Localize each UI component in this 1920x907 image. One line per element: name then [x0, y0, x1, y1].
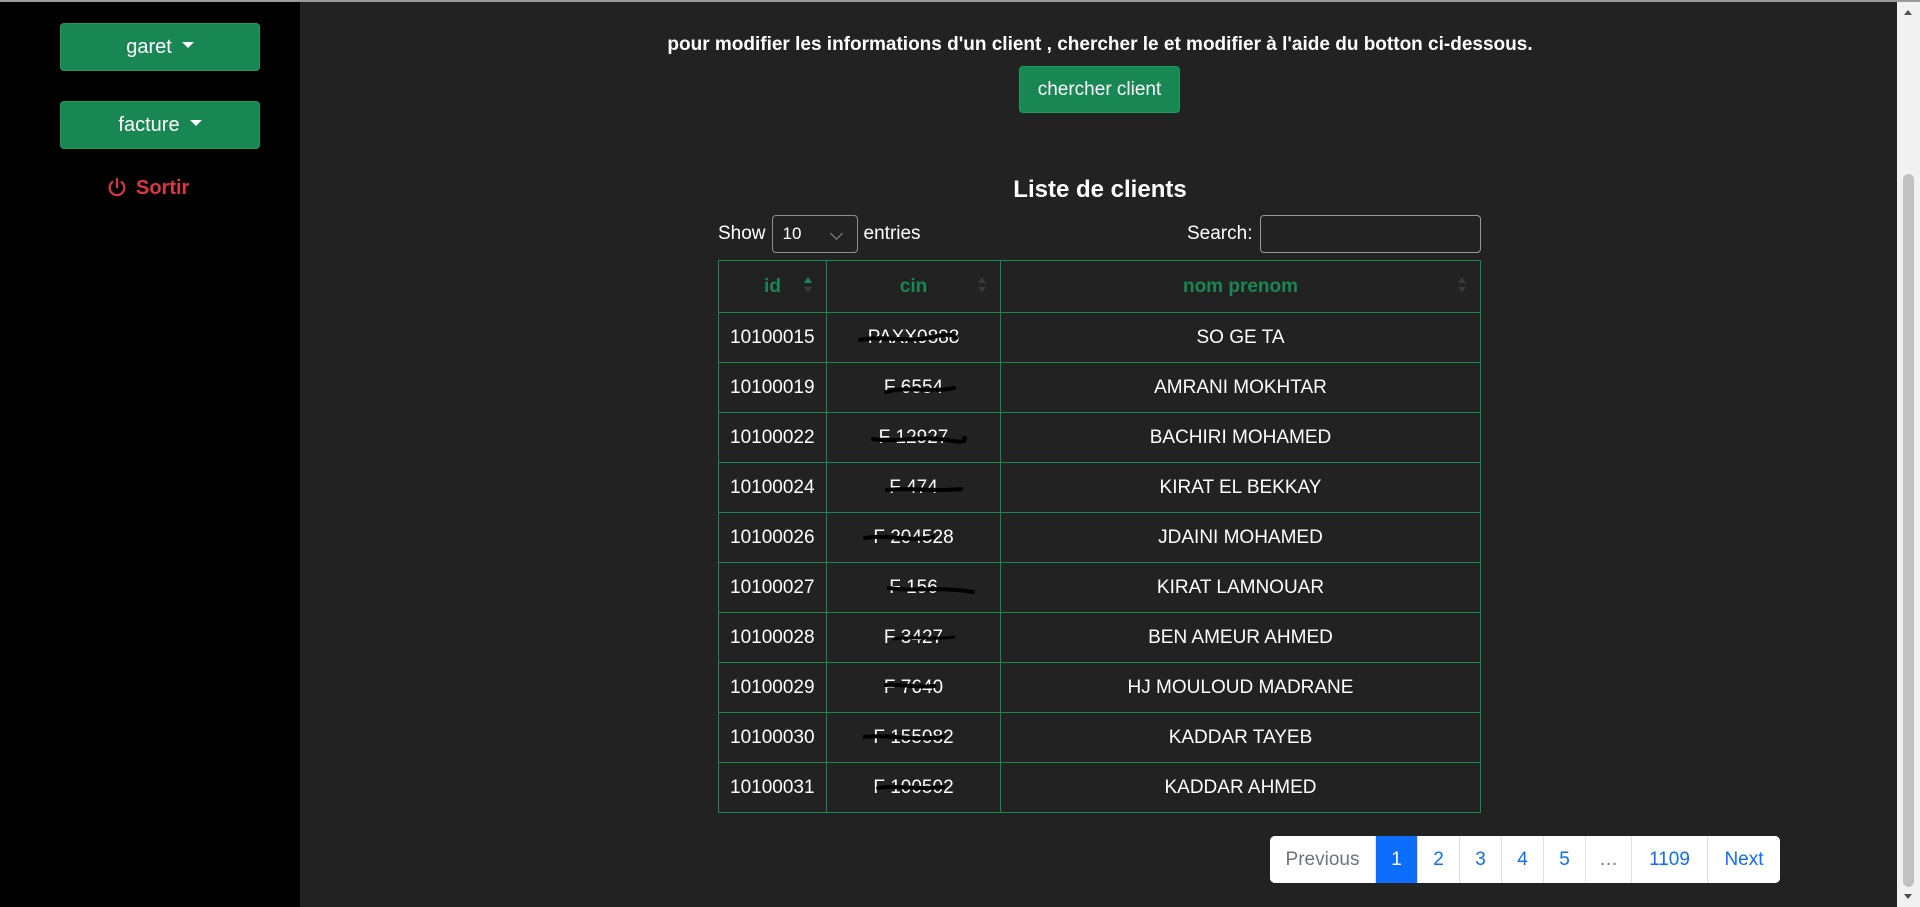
caret-down-icon — [181, 42, 194, 48]
name-cell: SO GE TA — [1000, 312, 1481, 363]
id-cell: 10100029 — [718, 662, 827, 713]
redaction-scribble-icon — [876, 784, 946, 790]
pagination-page-5[interactable]: 5 — [1544, 836, 1586, 883]
redaction-scribble-icon — [863, 733, 946, 740]
facture-dropdown-button[interactable]: facture — [60, 101, 260, 149]
id-cell: 10100031 — [718, 762, 827, 813]
cin-cell: F 155082 — [826, 712, 1001, 763]
sortir-link[interactable]: Sortir — [106, 174, 189, 202]
sortir-label: Sortir — [136, 176, 190, 199]
redaction-scribble-icon — [863, 534, 936, 541]
intro-text: pour modifier les informations d'un clie… — [667, 34, 1533, 55]
cin-cell: F 6554 — [826, 362, 1001, 413]
table-search-control: Search: — [1187, 214, 1482, 254]
search-label: Search: — [1187, 223, 1253, 244]
cin-cell: F 156 — [826, 562, 1001, 613]
pagination-previous[interactable]: Previous — [1270, 836, 1376, 883]
redaction-scribble-icon — [887, 585, 976, 594]
entries-label: entries — [863, 223, 921, 244]
sort-icon — [978, 277, 986, 295]
pagination-ellipsis: … — [1586, 836, 1632, 883]
name-cell: BACHIRI MOHAMED — [1000, 412, 1481, 463]
id-cell: 10100019 — [718, 362, 827, 413]
redaction-scribble-icon — [883, 682, 936, 689]
sidebar: garet facture Sortir — [0, 2, 300, 907]
table-row: 10100029 F 7640 HJ MOULOUD MADRANE — [718, 662, 1481, 713]
table-row: 10100028 F 3427 BEN AMEUR AHMED — [718, 612, 1481, 663]
id-cell: 10100028 — [718, 612, 827, 663]
main-content: pour modifier les informations d'un clie… — [300, 2, 1897, 907]
chevron-down-icon — [829, 227, 843, 240]
name-cell: KADDAR AHMED — [1000, 762, 1481, 813]
pagination-page-4[interactable]: 4 — [1502, 836, 1544, 883]
name-cell: KIRAT EL BEKKAY — [1000, 462, 1481, 513]
column-header-label: cin — [899, 275, 928, 297]
column-header-cin[interactable]: cin — [826, 260, 1001, 313]
garet-dropdown-button[interactable]: garet — [60, 23, 260, 71]
id-cell: 10100027 — [718, 562, 827, 613]
power-icon — [108, 177, 126, 197]
cin-cell: F 474 — [826, 462, 1001, 513]
sort-icon — [1458, 277, 1466, 295]
redaction-scribble-icon — [870, 435, 967, 444]
list-title: Liste de clients — [1013, 176, 1187, 203]
pagination: Previous 1 2 3 4 5 … 1109 Next — [1270, 836, 1780, 883]
scroll-up-icon[interactable] — [1904, 10, 1912, 15]
pagination-page-1[interactable]: 1 — [1376, 836, 1418, 883]
column-header-nom-prenom[interactable]: nom prenom — [1000, 260, 1481, 313]
id-cell: 10100024 — [718, 462, 827, 513]
search-client-button[interactable]: chercher client — [1019, 66, 1180, 113]
scrollbar-thumb[interactable] — [1903, 174, 1914, 887]
entries-select-value: 10 — [782, 224, 802, 243]
table-row: 10100022 F 12927 BACHIRI MOHAMED — [718, 412, 1481, 463]
name-cell: HJ MOULOUD MADRANE — [1000, 662, 1481, 713]
redaction-scribble-icon — [892, 635, 956, 640]
id-cell: 10100030 — [718, 712, 827, 763]
cin-cell: PAXX0888 — [826, 312, 1001, 363]
table-row: 10100026 F 204528 JDAINI MOHAMED — [718, 512, 1481, 563]
table-row: 10100024 F 474 KIRAT EL BEKKAY — [718, 462, 1481, 513]
pagination-page-last[interactable]: 1109 — [1632, 836, 1708, 883]
garet-label: garet — [126, 35, 172, 58]
name-cell: JDAINI MOHAMED — [1000, 512, 1481, 563]
name-cell: BEN AMEUR AHMED — [1000, 612, 1481, 663]
caret-down-icon — [189, 120, 202, 126]
vertical-scrollbar[interactable] — [1897, 2, 1920, 907]
cin-cell: F 7640 — [826, 662, 1001, 713]
id-cell: 10100022 — [718, 412, 827, 463]
cin-cell: F 12927 — [826, 412, 1001, 463]
redaction-scribble-icon — [885, 486, 964, 492]
entries-select[interactable]: 10 — [771, 215, 858, 253]
scroll-down-icon[interactable] — [1904, 894, 1912, 899]
table-row: 10100015 PAXX0888 SO GE TA — [718, 312, 1481, 363]
table-row: 10100019 F 6554 AMRANI MOKHTAR — [718, 362, 1481, 413]
name-cell: KIRAT LAMNOUAR — [1000, 562, 1481, 613]
table-row: 10100030 F 155082 KADDAR TAYEB — [718, 712, 1481, 763]
search-input[interactable] — [1260, 215, 1482, 253]
clients-table: id cin nom prenom 10100015 PAXX0888 SO G… — [718, 260, 1481, 813]
cin-cell: F 204528 — [826, 512, 1001, 563]
redaction-scribble-icon — [857, 332, 958, 342]
column-header-label: nom prenom — [1182, 275, 1299, 297]
facture-label: facture — [118, 113, 180, 136]
column-header-id[interactable]: id — [718, 260, 827, 313]
name-cell: KADDAR TAYEB — [1000, 712, 1481, 763]
pagination-page-2[interactable]: 2 — [1418, 836, 1460, 883]
show-label: Show — [718, 223, 766, 244]
pagination-next[interactable]: Next — [1708, 836, 1780, 883]
cin-cell: F 3427 — [826, 612, 1001, 663]
cin-cell: F 100502 — [826, 762, 1001, 813]
id-cell: 10100026 — [718, 512, 827, 563]
name-cell: AMRANI MOKHTAR — [1000, 362, 1481, 413]
column-header-label: id — [764, 275, 781, 297]
sort-ascending-icon — [804, 277, 812, 295]
table-row: 10100031 F 100502 KADDAR AHMED — [718, 762, 1481, 813]
redaction-scribble-icon — [883, 385, 956, 394]
entries-length-control: Show 10 entries — [718, 214, 921, 254]
pagination-page-3[interactable]: 3 — [1460, 836, 1502, 883]
id-cell: 10100015 — [718, 312, 827, 363]
table-row: 10100027 F 156 KIRAT LAMNOUAR — [718, 562, 1481, 613]
